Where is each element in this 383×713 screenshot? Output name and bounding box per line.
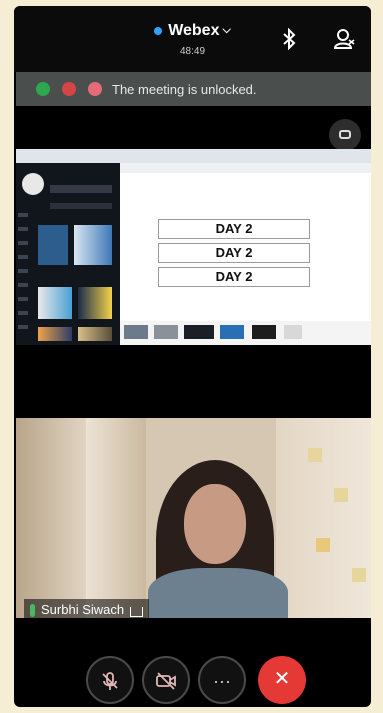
sharing-icon bbox=[130, 607, 144, 617]
shared-screen[interactable]: DAY 2 DAY 2 DAY 2 bbox=[16, 149, 371, 345]
shared-search-bar bbox=[50, 185, 112, 193]
shared-slide-canvas: DAY 2 DAY 2 DAY 2 bbox=[120, 163, 371, 345]
shared-template-thumb bbox=[78, 327, 112, 341]
shared-template-thumb bbox=[74, 225, 112, 265]
slide-text-box: DAY 2 bbox=[158, 219, 310, 239]
chevron-down-icon: ⌵ bbox=[222, 24, 231, 37]
shared-browser-toolbar bbox=[16, 149, 371, 163]
page-thumb bbox=[154, 325, 178, 339]
participant-face bbox=[184, 484, 246, 564]
meeting-header: Webex ⌵ 48:49 bbox=[14, 6, 371, 72]
app-name: Webex bbox=[168, 22, 220, 39]
shared-page-thumbnails bbox=[120, 321, 371, 345]
background-curtain bbox=[276, 418, 371, 618]
status-red-icon bbox=[62, 82, 76, 96]
background-curtain bbox=[16, 418, 86, 618]
video-button[interactable] bbox=[142, 656, 190, 704]
meeting-lock-banner: The meeting is unlocked. bbox=[16, 72, 371, 106]
participants-icon[interactable] bbox=[333, 28, 356, 55]
status-green-icon bbox=[36, 82, 50, 96]
wall-note bbox=[316, 538, 330, 552]
status-pink-icon bbox=[88, 82, 102, 96]
wall-note bbox=[334, 488, 348, 502]
shared-template-thumb bbox=[38, 225, 68, 265]
shared-canvas-ribbon bbox=[120, 163, 371, 173]
end-call-icon: ✕ bbox=[273, 668, 291, 690]
slide-text-box: DAY 2 bbox=[158, 243, 310, 263]
page-thumb bbox=[284, 325, 302, 339]
shared-template-thumb bbox=[38, 327, 72, 341]
participant-name-tag: Surbhi Siwach bbox=[24, 599, 150, 618]
mute-mic-icon bbox=[88, 671, 132, 695]
shared-filter-row bbox=[50, 203, 112, 209]
page-thumb bbox=[220, 325, 244, 339]
chat-button[interactable] bbox=[329, 119, 361, 151]
mute-button[interactable] bbox=[86, 656, 134, 704]
app-title[interactable]: Webex ⌵ bbox=[14, 22, 371, 40]
background-curtain bbox=[86, 418, 146, 618]
shared-app-logo bbox=[22, 173, 44, 195]
end-call-button[interactable]: ✕ bbox=[258, 656, 306, 704]
shared-template-thumb bbox=[38, 287, 72, 319]
shared-editor-sidebar bbox=[16, 163, 120, 345]
bluetooth-icon[interactable] bbox=[282, 27, 296, 56]
slide-text-box: DAY 2 bbox=[158, 267, 310, 287]
more-button[interactable]: ··· bbox=[198, 656, 246, 704]
page-thumb bbox=[252, 325, 276, 339]
meeting-timer: 48:49 bbox=[179, 46, 206, 57]
wall-note bbox=[308, 448, 322, 462]
participant-body bbox=[148, 568, 288, 618]
mic-active-icon bbox=[30, 603, 35, 617]
video-off-icon bbox=[144, 671, 188, 695]
webex-dot-icon bbox=[154, 26, 163, 35]
chat-icon bbox=[339, 130, 351, 139]
shared-tool-rail bbox=[18, 203, 28, 333]
phone-screen: Webex ⌵ 48:49 The meeting is unlocked. D… bbox=[14, 6, 371, 707]
banner-text: The meeting is unlocked. bbox=[112, 82, 257, 97]
wall-note bbox=[352, 568, 366, 582]
shared-template-thumb bbox=[78, 287, 112, 319]
page-thumb bbox=[184, 325, 214, 339]
participant-name: Surbhi Siwach bbox=[41, 602, 125, 617]
more-icon: ··· bbox=[213, 671, 231, 691]
page-thumb bbox=[124, 325, 148, 339]
participant-video[interactable]: Surbhi Siwach bbox=[16, 418, 371, 618]
